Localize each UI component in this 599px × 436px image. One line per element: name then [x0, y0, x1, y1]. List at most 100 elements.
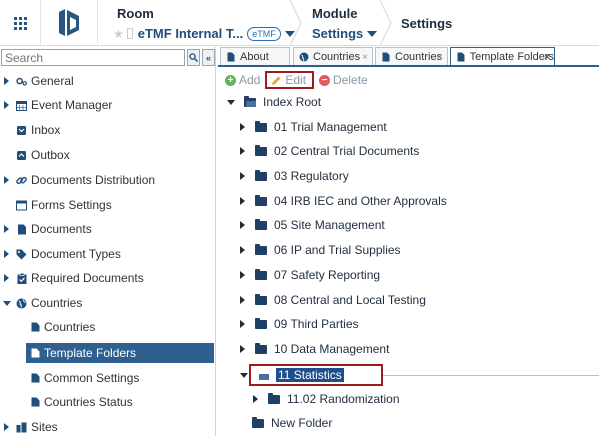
sidebar-item-general[interactable]: General [0, 70, 216, 92]
expand-arrow-icon[interactable] [4, 250, 9, 258]
expand-arrow-icon[interactable] [4, 77, 9, 85]
folder-icon [255, 342, 267, 354]
tree-subfolder-11-02[interactable]: 11.02 Randomization [253, 389, 400, 409]
sidebar-item-document-types[interactable]: Document Types [0, 243, 216, 265]
pencil-icon [272, 76, 281, 85]
sidebar-item-forms-settings[interactable]: Forms Settings [0, 194, 216, 216]
folder-icon [255, 218, 267, 230]
tree-folder-label-editing[interactable]: 11 Statistics [276, 368, 344, 382]
document-icon [381, 52, 391, 62]
folder-icon [255, 293, 267, 305]
tree-root[interactable]: Index Root [227, 92, 321, 112]
add-button[interactable]: + Add [222, 71, 263, 89]
folder-icon [255, 317, 267, 329]
search-input[interactable] [1, 49, 185, 66]
expand-arrow-icon[interactable] [240, 345, 245, 353]
tab-label: Countries [313, 51, 361, 63]
folder-open-icon [244, 95, 256, 107]
collapse-arrow-icon[interactable] [240, 372, 248, 378]
expand-arrow-icon[interactable] [4, 225, 9, 233]
expand-arrow-icon[interactable] [4, 274, 9, 282]
tab-about[interactable]: About [220, 47, 290, 66]
sidebar-item-required-documents[interactable]: Required Documents [0, 267, 216, 289]
close-icon[interactable]: × [437, 52, 443, 63]
sidebar-item-documents[interactable]: Documents [0, 218, 216, 240]
tree-folder-06[interactable]: 06 IP and Trial Supplies [240, 240, 401, 260]
tree-folder-label: 07 Safety Reporting [274, 268, 381, 282]
sidebar-subitem-countries-status[interactable]: Countries Status [26, 392, 214, 412]
tab-label: Template Folders [469, 51, 554, 63]
tree-folder-01[interactable]: 01 Trial Management [240, 117, 387, 137]
close-icon[interactable]: × [362, 52, 368, 63]
star-icon[interactable]: ★ [113, 27, 124, 41]
expand-arrow-icon[interactable] [253, 395, 258, 403]
sidebar-item-label: Required Documents [31, 271, 144, 285]
grid-icon [13, 16, 27, 30]
folder-open-icon [257, 368, 269, 380]
globe-icon [299, 52, 309, 62]
expand-arrow-icon[interactable] [4, 176, 9, 184]
tree-folder-10[interactable]: 10 Data Management [240, 339, 389, 359]
expand-arrow-icon[interactable] [240, 197, 245, 205]
chevron-down-icon[interactable] [367, 30, 378, 37]
tree-folder-label: 09 Third Parties [274, 317, 359, 331]
expand-arrow-icon[interactable] [240, 123, 245, 131]
sidebar-subitem-common-settings[interactable]: Common Settings [26, 368, 214, 388]
delete-label: Delete [333, 73, 368, 87]
tree-folder-11-selected[interactable]: 11 Statistics [240, 365, 344, 385]
tree-root-label: Index Root [263, 95, 322, 109]
search-button[interactable] [187, 49, 200, 66]
tab-countries-globe[interactable]: Countries × [293, 47, 373, 66]
sidebar-item-label: Outbox [31, 148, 70, 162]
expand-arrow-icon[interactable] [240, 320, 245, 328]
tab-bar: About Countries × Countries × Template F… [218, 47, 599, 66]
double-chevron-left-icon: « [205, 52, 211, 63]
document-icon [226, 52, 236, 62]
sidebar-item-inbox[interactable]: Inbox [0, 119, 216, 141]
document-icon [30, 397, 41, 408]
sidebar-item-sites[interactable]: Sites [0, 416, 216, 436]
folder-icon [268, 392, 280, 404]
module-selector[interactable]: Module Settings [312, 6, 378, 41]
tree-folder-08[interactable]: 08 Central and Local Testing [240, 290, 426, 310]
apps-menu-button[interactable] [0, 0, 40, 46]
collapse-arrow-icon[interactable] [3, 300, 11, 306]
sidebar-item-countries[interactable]: Countries [0, 292, 216, 314]
tab-countries[interactable]: Countries × [375, 47, 448, 66]
globe-icon [16, 298, 27, 309]
tree-folder-04[interactable]: 04 IRB IEC and Other Approvals [240, 191, 447, 211]
sidebar-item-event-manager[interactable]: Event Manager [0, 94, 216, 116]
expand-arrow-icon[interactable] [240, 296, 245, 304]
folder-icon [255, 194, 267, 206]
page-title: Settings [401, 16, 453, 31]
header-divider [97, 0, 98, 46]
tree-new-folder[interactable]: New Folder [251, 413, 332, 433]
collapse-sidebar-button[interactable]: « [202, 49, 215, 66]
expand-arrow-icon[interactable] [240, 271, 245, 279]
expand-arrow-icon[interactable] [240, 172, 245, 180]
document-icon [16, 224, 27, 235]
tree-folder-label: 01 Trial Management [274, 120, 387, 134]
breadcrumb-chevron-icon [379, 0, 392, 46]
sidebar-item-outbox[interactable]: Outbox [0, 144, 216, 166]
close-icon[interactable]: × [544, 52, 550, 63]
expand-arrow-icon[interactable] [4, 423, 9, 431]
sidebar: « General Event Manager Inbox Outbox Doc… [0, 47, 216, 436]
collapse-arrow-icon[interactable] [227, 99, 235, 105]
tree-folder-05[interactable]: 05 Site Management [240, 215, 385, 235]
tree-folder-09[interactable]: 09 Third Parties [240, 314, 359, 334]
app-logo [59, 9, 79, 36]
expand-arrow-icon[interactable] [240, 246, 245, 254]
sidebar-item-documents-distribution[interactable]: Documents Distribution [0, 169, 216, 191]
tree-folder-03[interactable]: 03 Regulatory [240, 166, 349, 186]
edit-button[interactable]: Edit [265, 71, 315, 89]
expand-arrow-icon[interactable] [4, 101, 9, 109]
expand-arrow-icon[interactable] [240, 147, 245, 155]
tab-template-folders[interactable]: Template Folders × [450, 47, 555, 66]
tree-folder-02[interactable]: 02 Central Trial Documents [240, 141, 419, 161]
sidebar-subitem-countries[interactable]: Countries [26, 317, 214, 337]
sidebar-subitem-template-folders[interactable]: Template Folders [26, 343, 214, 363]
delete-button[interactable]: − Delete [316, 71, 371, 89]
tree-folder-07[interactable]: 07 Safety Reporting [240, 265, 380, 285]
expand-arrow-icon[interactable] [240, 221, 245, 229]
